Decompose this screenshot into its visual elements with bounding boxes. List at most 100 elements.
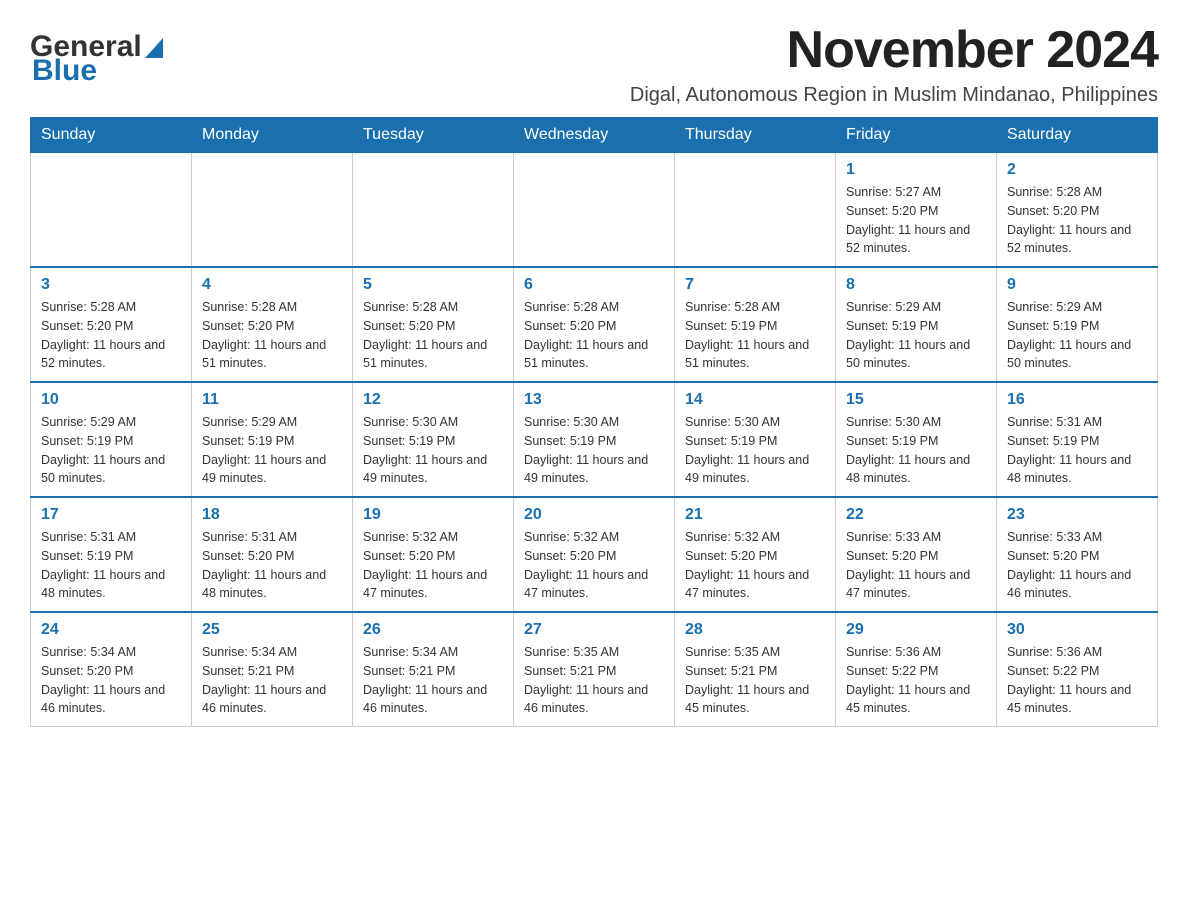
calendar-week-row: 24 Sunrise: 5:34 AMSunset: 5:20 PMDayligh…: [31, 612, 1158, 727]
calendar-cell: 25Sunrise: 5:34 AMSunset: 5:21 PMDayligh…: [192, 612, 353, 727]
calendar-cell: 2 Sunrise: 5:28 AMSunset: 5:20 PMDaylight…: [997, 153, 1158, 268]
day-number: 5: [363, 276, 503, 294]
day-number: 11: [202, 391, 342, 409]
calendar-week-row: 10Sunrise: 5:29 AMSunset: 5:19 PMDayligh…: [31, 382, 1158, 497]
calendar-cell: 15 Sunrise: 5:30 AMSunset: 5:19 PMDayligh…: [836, 382, 997, 497]
calendar-cell: 22 Sunrise: 5:33 AMSunset: 5:20 PMDayligh…: [836, 497, 997, 612]
calendar-cell: 3 Sunrise: 5:28 AMSunset: 5:20 PMDaylight…: [31, 267, 192, 382]
day-info: Sunrise: 5:27 AMSunset: 5:20 PMDaylight:…: [846, 183, 986, 258]
header-day-tuesday: Tuesday: [353, 118, 514, 153]
day-info: Sunrise: 5:28 AMSunset: 5:20 PMDaylight:…: [202, 298, 342, 373]
day-info: Sunrise: 5:30 AMSunset: 5:19 PMDaylight:…: [685, 413, 825, 488]
logo-blue-text: Blue: [30, 54, 97, 88]
day-info: Sunrise: 5:32 AMSunset: 5:20 PMDaylight:…: [363, 528, 503, 603]
calendar-cell: 13 Sunrise: 5:30 AMSunset: 5:19 PMDayligh…: [514, 382, 675, 497]
calendar-header: SundayMondayTuesdayWednesdayThursdayFrid…: [31, 118, 1158, 153]
day-info: Sunrise: 5:29 AMSunset: 5:19 PMDaylight:…: [846, 298, 986, 373]
day-info: Sunrise: 5:31 AMSunset: 5:19 PMDaylight:…: [1007, 413, 1147, 488]
header-day-sunday: Sunday: [31, 118, 192, 153]
day-info: Sunrise: 5:28 AMSunset: 5:20 PMDaylight:…: [41, 298, 181, 373]
day-info: Sunrise: 5:36 AMSunset: 5:22 PMDaylight:…: [846, 643, 986, 718]
calendar-cell: 24 Sunrise: 5:34 AMSunset: 5:20 PMDayligh…: [31, 612, 192, 727]
calendar-week-row: 17Sunrise: 5:31 AMSunset: 5:19 PMDayligh…: [31, 497, 1158, 612]
calendar-cell: 21Sunrise: 5:32 AMSunset: 5:20 PMDayligh…: [675, 497, 836, 612]
calendar-week-row: 1 Sunrise: 5:27 AMSunset: 5:20 PMDaylight…: [31, 153, 1158, 268]
calendar-cell: 6Sunrise: 5:28 AMSunset: 5:20 PMDaylight…: [514, 267, 675, 382]
day-info: Sunrise: 5:30 AMSunset: 5:19 PMDaylight:…: [846, 413, 986, 488]
logo-arrow-icon: [145, 38, 163, 58]
calendar-cell: 27 Sunrise: 5:35 AMSunset: 5:21 PMDayligh…: [514, 612, 675, 727]
day-number: 22: [846, 506, 986, 524]
day-number: 4: [202, 276, 342, 294]
calendar-cell: 8 Sunrise: 5:29 AMSunset: 5:19 PMDaylight…: [836, 267, 997, 382]
header-day-wednesday: Wednesday: [514, 118, 675, 153]
calendar-cell: 30 Sunrise: 5:36 AMSunset: 5:22 PMDayligh…: [997, 612, 1158, 727]
day-number: 17: [41, 506, 181, 524]
day-info: Sunrise: 5:33 AMSunset: 5:20 PMDaylight:…: [1007, 528, 1147, 603]
logo: General Blue: [30, 30, 163, 88]
day-info: Sunrise: 5:35 AMSunset: 5:21 PMDaylight:…: [685, 643, 825, 718]
day-number: 15: [846, 391, 986, 409]
header-day-saturday: Saturday: [997, 118, 1158, 153]
calendar-cell: 11 Sunrise: 5:29 AMSunset: 5:19 PMDayligh…: [192, 382, 353, 497]
page-header: General Blue November 2024 Digal, Autono…: [30, 20, 1158, 107]
calendar-title: November 2024: [630, 20, 1158, 80]
day-number: 3: [41, 276, 181, 294]
day-info: Sunrise: 5:29 AMSunset: 5:19 PMDaylight:…: [1007, 298, 1147, 373]
calendar-cell: 17Sunrise: 5:31 AMSunset: 5:19 PMDayligh…: [31, 497, 192, 612]
calendar-cell: [192, 153, 353, 268]
day-number: 8: [846, 276, 986, 294]
header-day-thursday: Thursday: [675, 118, 836, 153]
calendar-cell: 16 Sunrise: 5:31 AMSunset: 5:19 PMDayligh…: [997, 382, 1158, 497]
day-info: Sunrise: 5:32 AMSunset: 5:20 PMDaylight:…: [685, 528, 825, 603]
calendar-cell: 7Sunrise: 5:28 AMSunset: 5:19 PMDaylight…: [675, 267, 836, 382]
day-number: 28: [685, 621, 825, 639]
calendar-cell: 19 Sunrise: 5:32 AMSunset: 5:20 PMDayligh…: [353, 497, 514, 612]
day-number: 2: [1007, 161, 1147, 179]
day-number: 6: [524, 276, 664, 294]
calendar-cell: 20 Sunrise: 5:32 AMSunset: 5:20 PMDayligh…: [514, 497, 675, 612]
day-info: Sunrise: 5:30 AMSunset: 5:19 PMDaylight:…: [524, 413, 664, 488]
day-number: 13: [524, 391, 664, 409]
day-info: Sunrise: 5:28 AMSunset: 5:20 PMDaylight:…: [1007, 183, 1147, 258]
calendar-subtitle: Digal, Autonomous Region in Muslim Minda…: [630, 84, 1158, 107]
day-number: 27: [524, 621, 664, 639]
calendar-cell: [675, 153, 836, 268]
day-number: 23: [1007, 506, 1147, 524]
day-number: 20: [524, 506, 664, 524]
calendar-cell: [353, 153, 514, 268]
day-number: 30: [1007, 621, 1147, 639]
calendar-header-row: SundayMondayTuesdayWednesdayThursdayFrid…: [31, 118, 1158, 153]
day-number: 19: [363, 506, 503, 524]
day-info: Sunrise: 5:34 AMSunset: 5:20 PMDaylight:…: [41, 643, 181, 718]
day-number: 25: [202, 621, 342, 639]
calendar-cell: 18 Sunrise: 5:31 AMSunset: 5:20 PMDayligh…: [192, 497, 353, 612]
day-number: 26: [363, 621, 503, 639]
header-day-monday: Monday: [192, 118, 353, 153]
day-info: Sunrise: 5:32 AMSunset: 5:20 PMDaylight:…: [524, 528, 664, 603]
day-info: Sunrise: 5:30 AMSunset: 5:19 PMDaylight:…: [363, 413, 503, 488]
calendar-cell: 23 Sunrise: 5:33 AMSunset: 5:20 PMDayligh…: [997, 497, 1158, 612]
day-info: Sunrise: 5:35 AMSunset: 5:21 PMDaylight:…: [524, 643, 664, 718]
day-number: 16: [1007, 391, 1147, 409]
calendar-cell: 29Sunrise: 5:36 AMSunset: 5:22 PMDayligh…: [836, 612, 997, 727]
day-info: Sunrise: 5:29 AMSunset: 5:19 PMDaylight:…: [202, 413, 342, 488]
header-day-friday: Friday: [836, 118, 997, 153]
calendar-body: 1 Sunrise: 5:27 AMSunset: 5:20 PMDaylight…: [31, 153, 1158, 727]
calendar-cell: [31, 153, 192, 268]
day-info: Sunrise: 5:29 AMSunset: 5:19 PMDaylight:…: [41, 413, 181, 488]
day-number: 12: [363, 391, 503, 409]
calendar-cell: [514, 153, 675, 268]
day-info: Sunrise: 5:31 AMSunset: 5:20 PMDaylight:…: [202, 528, 342, 603]
calendar-cell: 12 Sunrise: 5:30 AMSunset: 5:19 PMDayligh…: [353, 382, 514, 497]
day-number: 18: [202, 506, 342, 524]
title-area: November 2024 Digal, Autonomous Region i…: [630, 20, 1158, 107]
day-info: Sunrise: 5:36 AMSunset: 5:22 PMDaylight:…: [1007, 643, 1147, 718]
day-info: Sunrise: 5:34 AMSunset: 5:21 PMDaylight:…: [363, 643, 503, 718]
day-number: 14: [685, 391, 825, 409]
day-info: Sunrise: 5:33 AMSunset: 5:20 PMDaylight:…: [846, 528, 986, 603]
day-number: 7: [685, 276, 825, 294]
day-number: 1: [846, 161, 986, 179]
day-number: 24: [41, 621, 181, 639]
calendar-week-row: 3 Sunrise: 5:28 AMSunset: 5:20 PMDaylight…: [31, 267, 1158, 382]
